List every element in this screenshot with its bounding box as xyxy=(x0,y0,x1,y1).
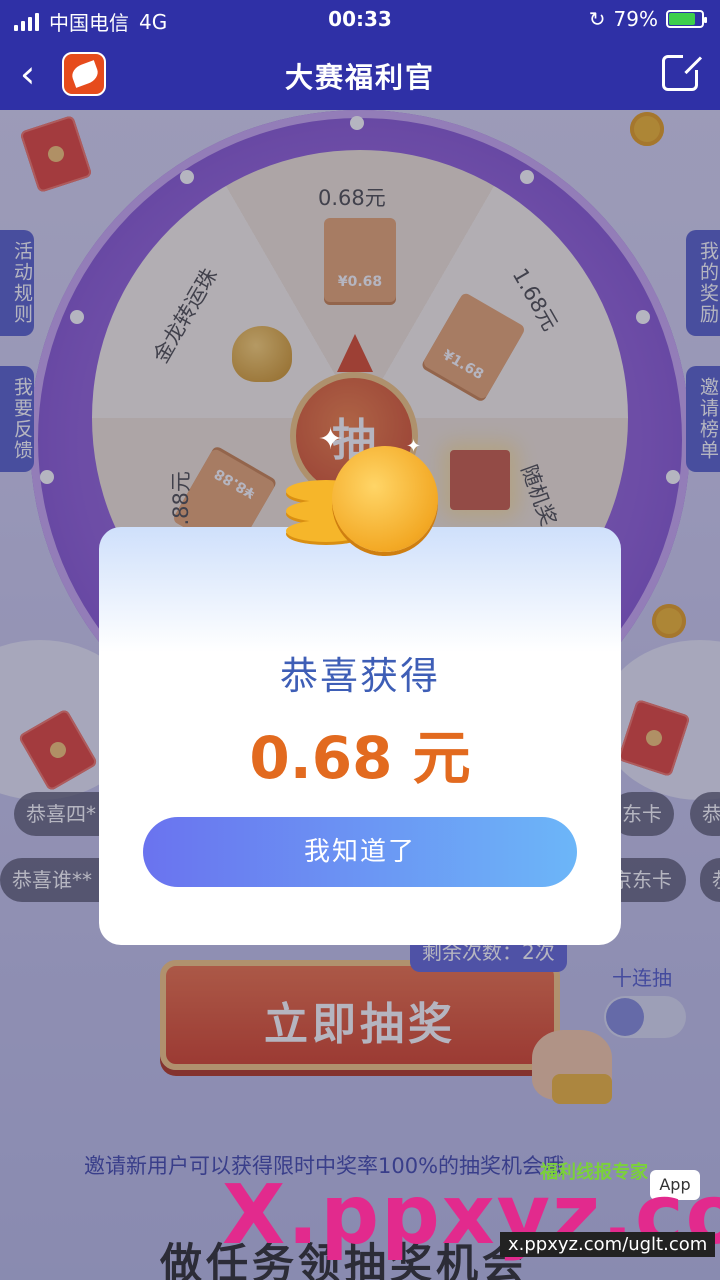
prize-amount: 0.68 元 xyxy=(249,724,471,792)
rotation-lock-icon: ↻ xyxy=(588,7,606,31)
sparkle-icon: ✦ xyxy=(406,436,422,457)
screen: 中国电信 4G 00:33 ↻ 79% ‹ 大赛福利官 0.68元 ¥0.68 … xyxy=(0,0,720,1280)
coins-icon: ✦ ✦ xyxy=(282,422,442,560)
got-it-button[interactable]: 我知道了 xyxy=(143,817,577,887)
status-bar: 中国电信 4G 00:33 ↻ 79% xyxy=(0,0,720,38)
nav-bar: ‹ 大赛福利官 xyxy=(0,38,720,110)
share-button[interactable] xyxy=(662,54,703,91)
modal-title: 恭喜获得 xyxy=(279,654,440,698)
watermark-url: x.ppxyz.com/uglt.com xyxy=(500,1232,716,1257)
battery-percent: 79% xyxy=(613,7,658,31)
prize-modal: 恭喜获得 0.68 元 我知道了 xyxy=(99,527,621,945)
page-title: 大赛福利官 xyxy=(284,61,435,94)
battery-icon xyxy=(666,10,707,28)
sparkle-icon: ✦ xyxy=(318,422,344,457)
